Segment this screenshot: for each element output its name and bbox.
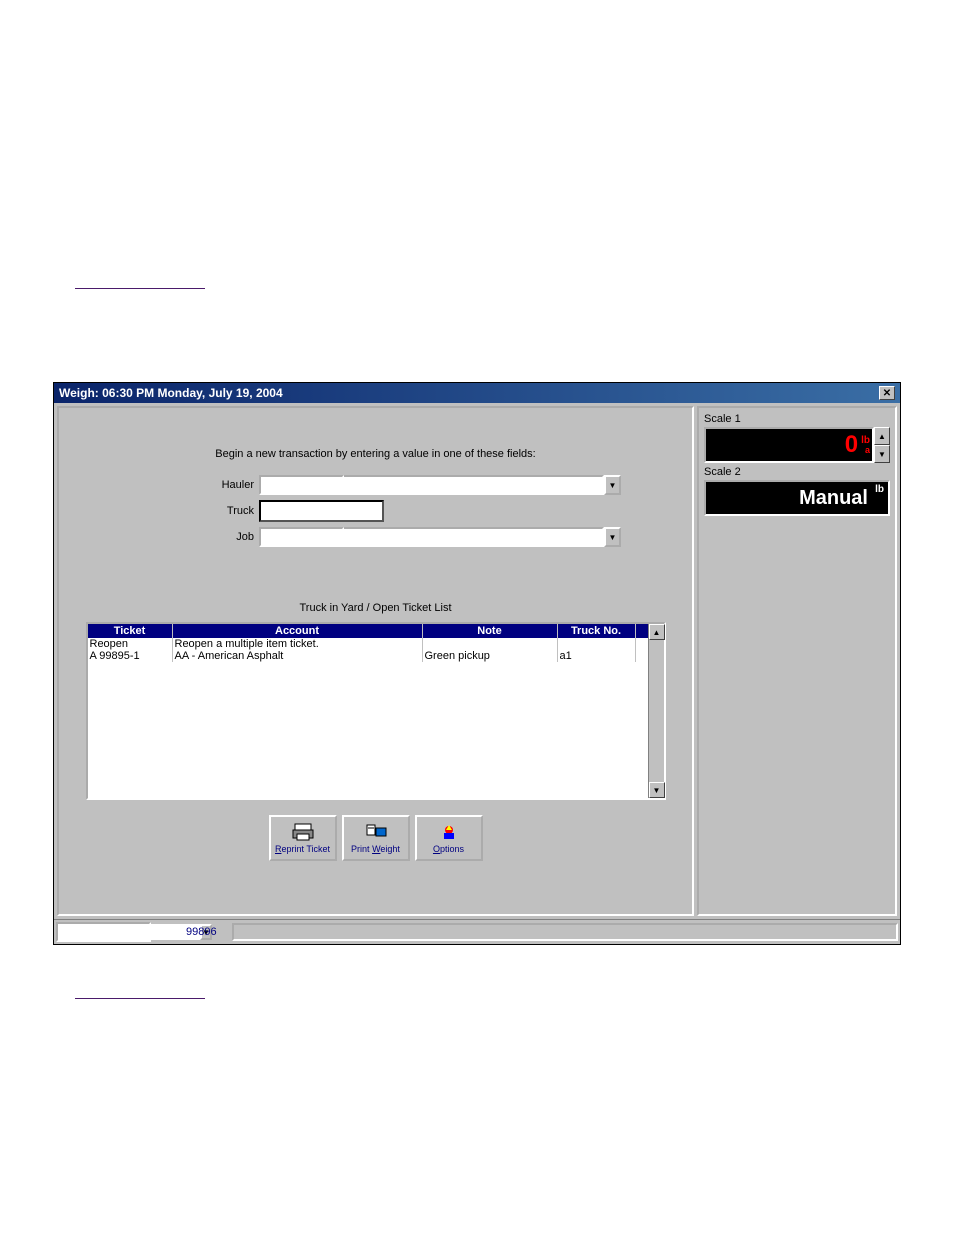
job-desc-input[interactable] xyxy=(344,527,604,547)
cell-account: AA - American Asphalt xyxy=(173,650,423,662)
section-divider-top xyxy=(75,288,205,289)
status-panel xyxy=(232,923,898,941)
ticket-list-title: Truck in Yard / Open Ticket List xyxy=(69,602,682,614)
hauler-dropdown-button[interactable]: ▼ xyxy=(604,475,621,495)
triangle-down-icon: ▼ xyxy=(653,786,661,795)
title-bar-text: Weigh: 06:30 PM Monday, July 19, 2004 xyxy=(59,386,879,400)
scale1-unit: lb xyxy=(861,436,870,446)
truck-label: Truck xyxy=(199,505,254,517)
triangle-up-icon: ▲ xyxy=(878,432,886,441)
scale2-unit: lb xyxy=(875,484,884,495)
scale1-label: Scale 1 xyxy=(704,413,890,425)
scale-panel: Scale 1 0 lb a ▲ ▼ Scale 2 xyxy=(697,406,897,916)
column-ticket[interactable]: Ticket xyxy=(88,624,173,638)
print-weight-button[interactable]: Print Weight xyxy=(342,815,410,861)
hauler-code-input[interactable] xyxy=(259,475,344,495)
cell-truckno: a1 xyxy=(558,650,636,662)
column-note[interactable]: Note xyxy=(423,624,558,638)
weigh-dialog: Weigh: 06:30 PM Monday, July 19, 2004 ✕ … xyxy=(53,382,901,945)
triangle-up-icon: ▲ xyxy=(653,628,661,637)
scale1-down-button[interactable]: ▼ xyxy=(874,445,890,463)
scale1-up-button[interactable]: ▲ xyxy=(874,427,890,445)
cell-ticket: A 99895-1 xyxy=(88,650,173,662)
job-label: Job xyxy=(199,531,254,543)
ticket-grid: Ticket Account Note Truck No. ReopenReop… xyxy=(86,622,666,800)
status-dropdown[interactable]: ▼ xyxy=(56,922,151,942)
column-account[interactable]: Account xyxy=(173,624,423,638)
scale1-value: 0 xyxy=(845,431,858,459)
cell-account: Reopen a multiple item ticket. xyxy=(173,638,423,650)
cell-truckno xyxy=(558,638,636,650)
scale2-display: Manual lb xyxy=(704,480,890,516)
status-dropdown-input[interactable] xyxy=(58,924,200,940)
status-number: 99896 xyxy=(186,926,217,938)
hauler-label: Hauler xyxy=(199,479,254,491)
instruction-text: Begin a new transaction by entering a va… xyxy=(69,448,682,460)
scale2-value: Manual xyxy=(799,487,868,510)
toolbar-buttons: Reprint Ticket Print Weight xyxy=(69,815,682,861)
scale1-display: 0 lb a xyxy=(704,427,874,463)
cell-note xyxy=(423,638,558,650)
scale1-spinner[interactable]: ▲ ▼ xyxy=(874,427,890,463)
table-row[interactable]: A 99895-1AA - American AsphaltGreen pick… xyxy=(88,650,664,662)
close-button[interactable]: ✕ xyxy=(879,386,895,400)
truck-input[interactable] xyxy=(259,500,384,522)
reprint-ticket-button[interactable]: Reprint Ticket xyxy=(269,815,337,861)
hauler-desc-input[interactable] xyxy=(344,475,604,495)
title-bar: Weigh: 06:30 PM Monday, July 19, 2004 ✕ xyxy=(54,383,900,403)
close-icon: ✕ xyxy=(883,388,891,399)
grid-header: Ticket Account Note Truck No. xyxy=(88,624,664,638)
scale-printer-icon xyxy=(364,822,388,842)
scroll-down-button[interactable]: ▼ xyxy=(649,782,665,798)
job-dropdown-button[interactable]: ▼ xyxy=(604,527,621,547)
table-row[interactable]: ReopenReopen a multiple item ticket. xyxy=(88,638,664,650)
options-label: Options xyxy=(433,844,464,854)
options-icon xyxy=(437,822,461,842)
column-truckno[interactable]: Truck No. xyxy=(558,624,636,638)
cell-note: Green pickup xyxy=(423,650,558,662)
chevron-down-icon: ▼ xyxy=(609,481,617,490)
scroll-up-button[interactable]: ▲ xyxy=(649,624,665,640)
printer-icon xyxy=(291,822,315,842)
section-divider-bottom xyxy=(75,998,205,999)
print-weight-label: Print Weight xyxy=(351,844,400,854)
reprint-ticket-label: Reprint Ticket xyxy=(275,844,330,854)
chevron-down-icon: ▼ xyxy=(609,533,617,542)
scale2-label: Scale 2 xyxy=(704,466,890,478)
status-bar: ▼ 99896 xyxy=(54,919,900,944)
main-panel: Begin a new transaction by entering a va… xyxy=(57,406,694,916)
job-code-input[interactable] xyxy=(259,527,344,547)
scale1-a-indicator: a xyxy=(861,446,870,455)
options-button[interactable]: Options xyxy=(415,815,483,861)
cell-ticket: Reopen xyxy=(88,638,173,650)
grid-scrollbar[interactable]: ▲ ▼ xyxy=(648,624,664,798)
triangle-down-icon: ▼ xyxy=(878,450,886,459)
grid-body: ReopenReopen a multiple item ticket.A 99… xyxy=(88,638,664,798)
